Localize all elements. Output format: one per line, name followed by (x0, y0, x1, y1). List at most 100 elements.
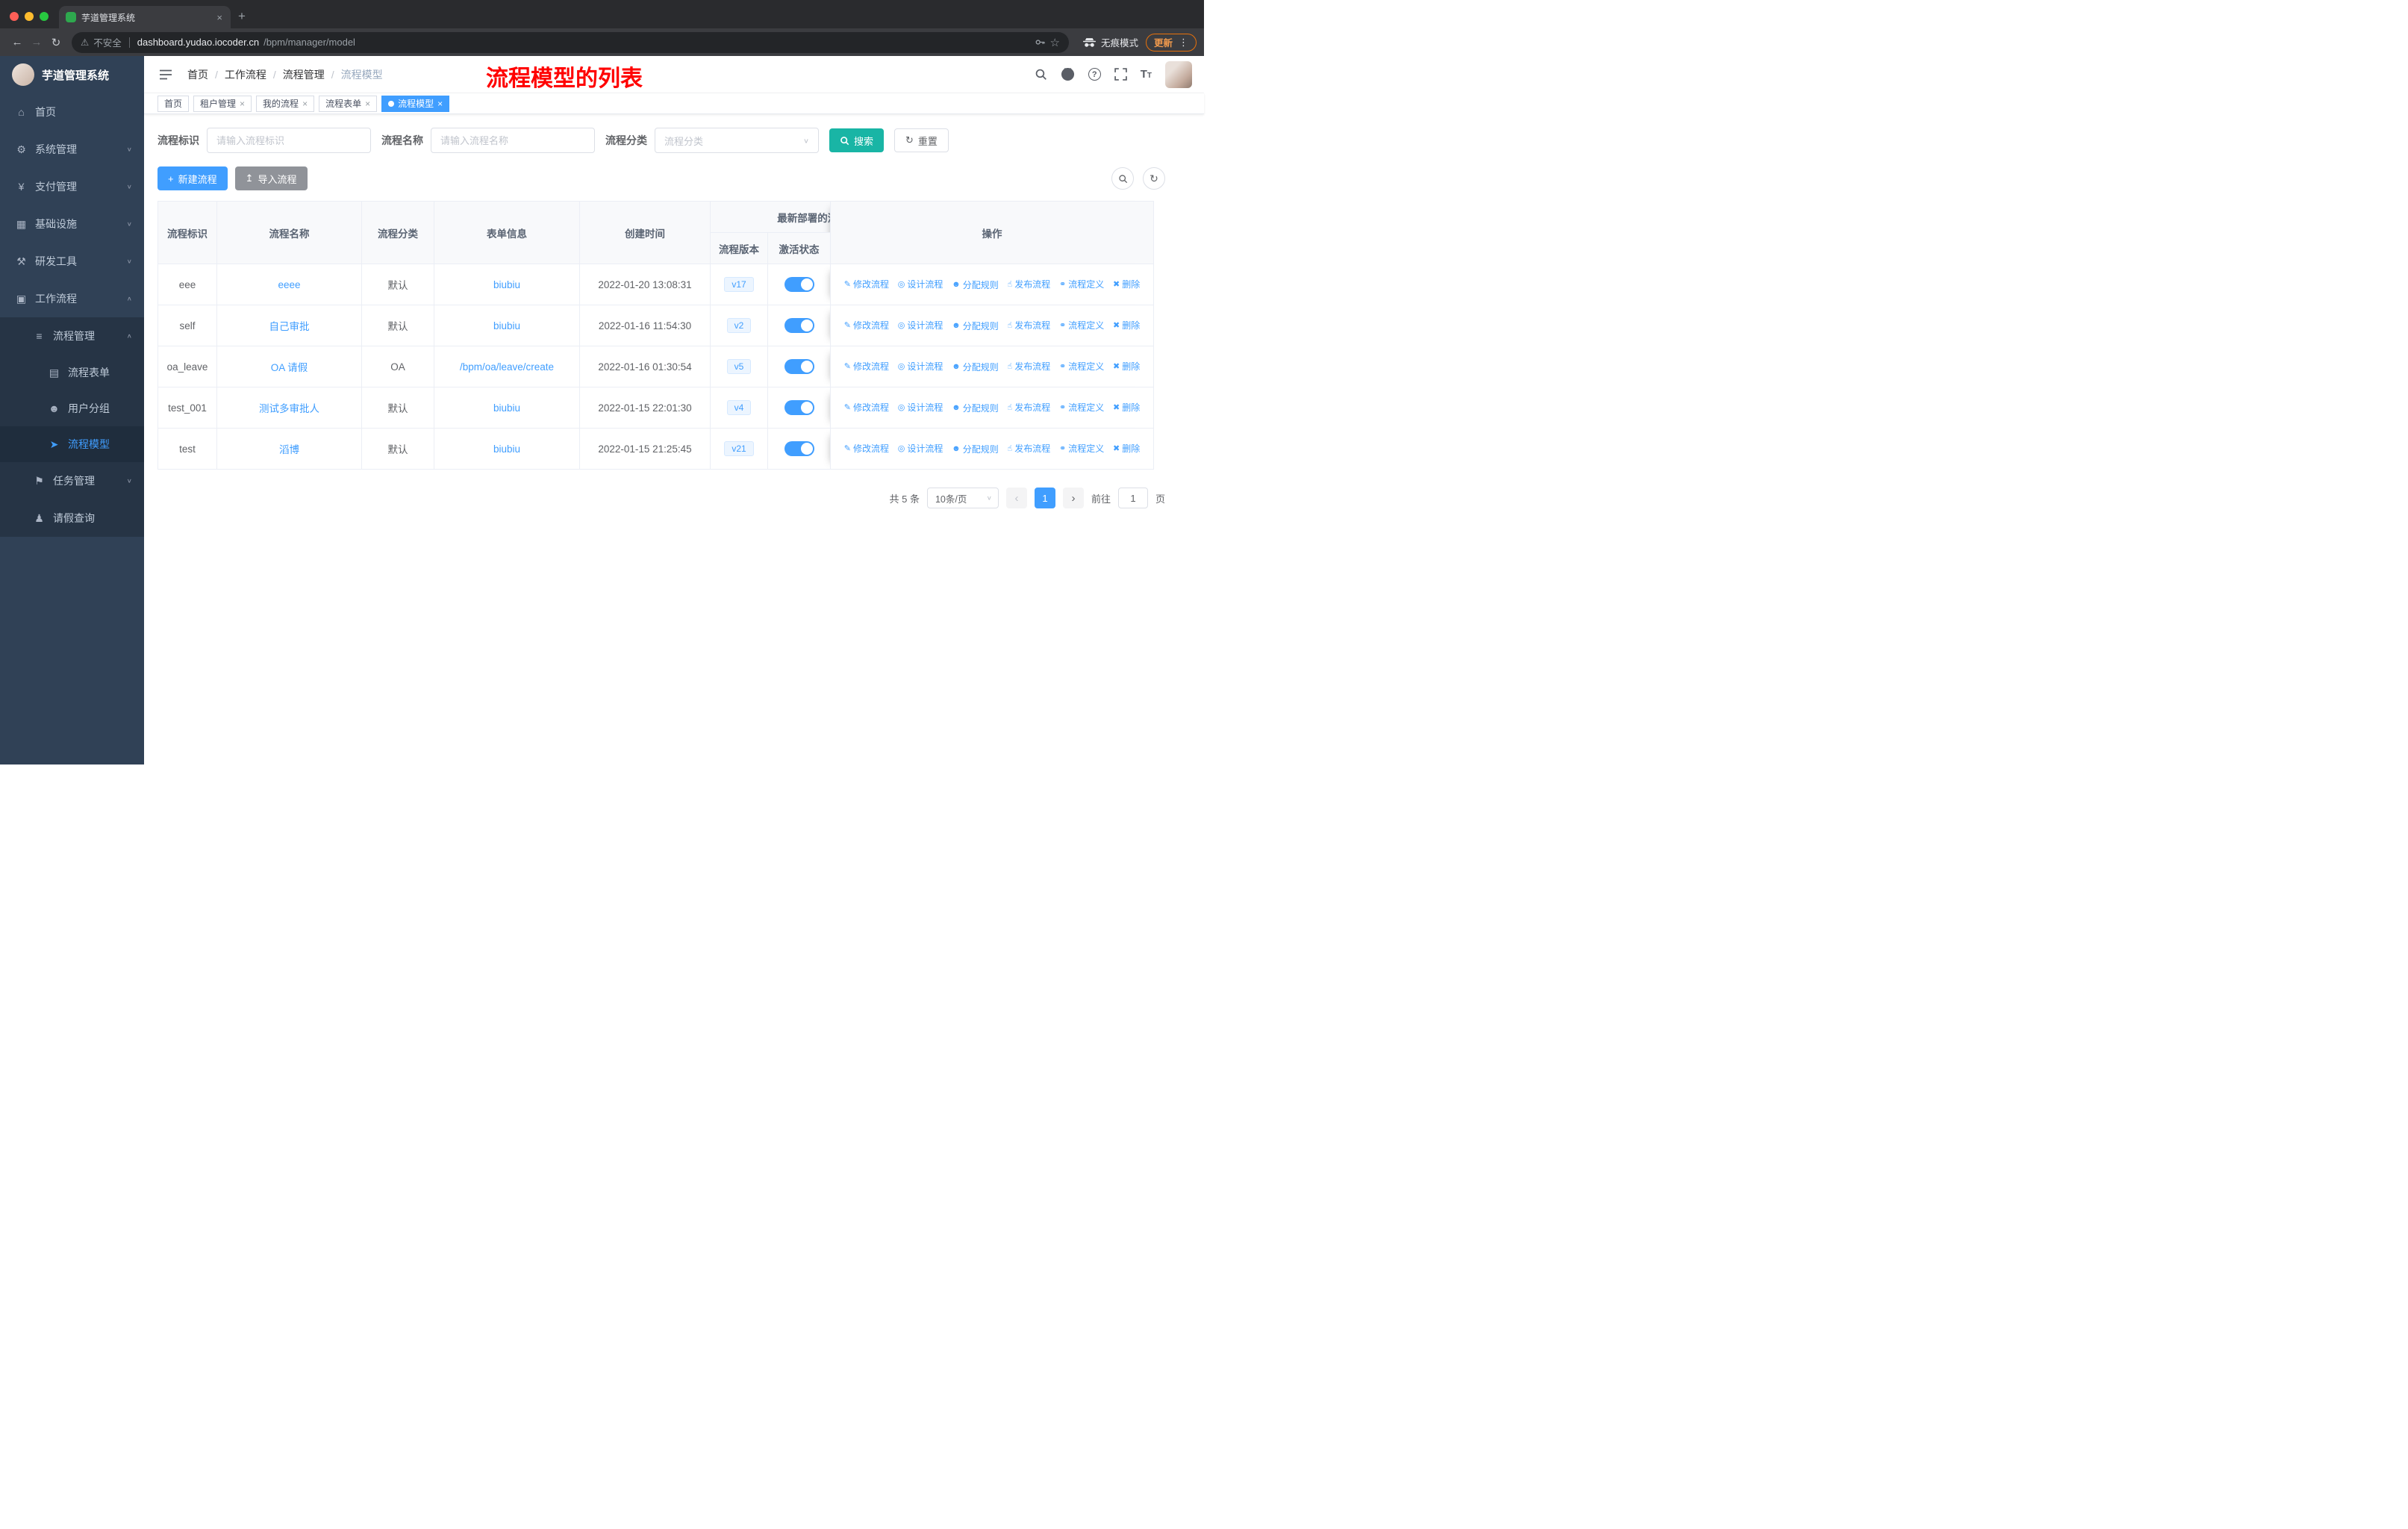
prev-page-button[interactable]: ‹ (1005, 488, 1027, 508)
sidebar-item-process-model[interactable]: ➤ 流程模型 (0, 426, 144, 462)
form-info-link[interactable]: biubiu (493, 279, 520, 290)
refresh-button[interactable]: ↻ (1143, 167, 1165, 190)
browser-tab[interactable]: 芋道管理系统 × (59, 6, 231, 28)
tag-home[interactable]: 首页 (157, 95, 190, 112)
page-size-select[interactable]: 10条/页 ∨ (926, 488, 999, 508)
edit-process-link[interactable]: ✎ 修改流程 (844, 278, 889, 290)
design-process-link[interactable]: ◎ 设计流程 (898, 401, 943, 414)
version-badge[interactable]: v21 (724, 441, 754, 456)
create-process-button[interactable]: + 新建流程 (157, 166, 228, 190)
assign-rule-link[interactable]: ☻ 分配规则 (952, 320, 999, 332)
delete-link[interactable]: ✖ 删除 (1113, 278, 1140, 290)
browser-menu-icon[interactable]: ⋮ (1179, 37, 1188, 49)
security-label[interactable]: 不安全 (93, 35, 122, 49)
tag-my-process[interactable]: 我的流程 × (256, 95, 315, 112)
active-status-toggle[interactable] (784, 441, 814, 456)
sidebar-item-infrastructure[interactable]: ▦ 基础设施 ∨ (0, 205, 144, 243)
sidebar-item-devtools[interactable]: ⚒ 研发工具 ∨ (0, 243, 144, 280)
sidebar-item-workflow[interactable]: ▣ 工作流程 ∧ (0, 280, 144, 317)
sidebar-item-user-group[interactable]: ☻ 用户分组 (0, 390, 144, 426)
publish-process-link[interactable]: ☝ 发布流程 (1008, 319, 1051, 331)
github-icon[interactable] (1061, 67, 1075, 81)
design-process-link[interactable]: ◎ 设计流程 (898, 278, 943, 290)
tag-process-model-active[interactable]: 流程模型 × (381, 95, 450, 112)
goto-page-input[interactable] (1117, 488, 1148, 508)
version-badge[interactable]: v2 (726, 318, 752, 333)
help-icon[interactable]: ? (1088, 68, 1101, 81)
form-info-link[interactable]: biubiu (493, 443, 520, 455)
design-process-link[interactable]: ◎ 设计流程 (898, 319, 943, 331)
search-button[interactable]: 搜索 (829, 128, 885, 152)
sidebar-item-system[interactable]: ⚙ 系统管理 ∨ (0, 131, 144, 168)
reload-icon[interactable]: ↻ (46, 33, 66, 52)
zoom-window-button[interactable] (40, 12, 49, 21)
publish-process-link[interactable]: ☝ 发布流程 (1008, 278, 1051, 290)
form-info-link[interactable]: biubiu (493, 320, 520, 331)
form-info-link[interactable]: /bpm/oa/leave/create (460, 361, 554, 373)
assign-rule-link[interactable]: ☻ 分配规则 (952, 402, 999, 414)
forward-icon[interactable]: → (27, 33, 46, 52)
close-icon[interactable]: × (240, 99, 245, 109)
delete-link[interactable]: ✖ 删除 (1113, 442, 1140, 455)
close-icon[interactable]: × (437, 99, 443, 109)
sidebar-item-process-form[interactable]: ▤ 流程表单 (0, 355, 144, 390)
publish-process-link[interactable]: ☝ 发布流程 (1008, 401, 1051, 414)
hamburger-icon[interactable] (156, 69, 175, 80)
process-name-link[interactable]: OA 请假 (271, 362, 308, 373)
close-window-button[interactable] (10, 12, 19, 21)
version-badge[interactable]: v17 (724, 277, 754, 292)
bookmark-star-icon[interactable]: ☆ (1050, 36, 1060, 49)
toggle-search-button[interactable] (1111, 167, 1134, 190)
version-badge[interactable]: v5 (726, 359, 752, 374)
breadcrumb-item[interactable]: 流程管理 (283, 67, 325, 82)
sidebar-item-home[interactable]: ⌂ 首页 (0, 93, 144, 131)
assign-rule-link[interactable]: ☻ 分配规则 (952, 278, 999, 291)
process-definition-link[interactable]: ⚭ 流程定义 (1059, 442, 1104, 455)
back-icon[interactable]: ← (7, 33, 27, 52)
minimize-window-button[interactable] (25, 12, 34, 21)
edit-process-link[interactable]: ✎ 修改流程 (844, 360, 889, 373)
tag-process-form[interactable]: 流程表单 × (319, 95, 378, 112)
new-tab-button[interactable]: + (231, 9, 255, 28)
publish-process-link[interactable]: ☝ 发布流程 (1008, 360, 1051, 373)
active-status-toggle[interactable] (784, 359, 814, 374)
publish-process-link[interactable]: ☝ 发布流程 (1008, 442, 1051, 455)
breadcrumb-item[interactable]: 工作流程 (225, 67, 266, 82)
design-process-link[interactable]: ◎ 设计流程 (898, 442, 943, 455)
process-name-link[interactable]: 测试多审批人 (259, 403, 319, 414)
edit-process-link[interactable]: ✎ 修改流程 (844, 401, 889, 414)
form-info-link[interactable]: biubiu (493, 402, 520, 414)
process-name-link[interactable]: 滔博 (279, 444, 299, 455)
fullscreen-icon[interactable] (1114, 68, 1127, 81)
search-icon[interactable] (1035, 68, 1047, 81)
update-chip[interactable]: 更新 ⋮ (1145, 33, 1197, 52)
process-key-input[interactable] (207, 128, 371, 153)
process-definition-link[interactable]: ⚭ 流程定义 (1059, 401, 1104, 414)
process-definition-link[interactable]: ⚭ 流程定义 (1059, 360, 1104, 373)
key-icon[interactable] (1035, 37, 1046, 48)
user-avatar[interactable] (1165, 60, 1192, 88)
active-status-toggle[interactable] (784, 277, 814, 292)
category-select[interactable]: 流程分类 ∨ (655, 128, 819, 153)
process-name-input[interactable] (431, 128, 595, 153)
process-definition-link[interactable]: ⚭ 流程定义 (1059, 319, 1104, 331)
delete-link[interactable]: ✖ 删除 (1113, 360, 1140, 373)
tab-close-icon[interactable]: × (215, 12, 224, 23)
close-icon[interactable]: × (365, 99, 370, 109)
sidebar-item-task-management[interactable]: ⚑ 任务管理 ∨ (0, 462, 144, 499)
delete-link[interactable]: ✖ 删除 (1113, 319, 1140, 331)
design-process-link[interactable]: ◎ 设计流程 (898, 360, 943, 373)
next-page-button[interactable]: › (1062, 488, 1084, 508)
breadcrumb-item[interactable]: 首页 (187, 67, 208, 82)
close-icon[interactable]: × (302, 99, 308, 109)
assign-rule-link[interactable]: ☻ 分配规则 (952, 361, 999, 373)
delete-link[interactable]: ✖ 删除 (1113, 401, 1140, 414)
active-status-toggle[interactable] (784, 318, 814, 333)
tag-tenant[interactable]: 租户管理 × (193, 95, 252, 112)
process-name-link[interactable]: 自己审批 (269, 321, 310, 332)
sidebar-item-process-management[interactable]: ≡ 流程管理 ∧ (0, 317, 144, 355)
import-process-button[interactable]: ↥ 导入流程 (234, 166, 308, 190)
page-number-1[interactable]: 1 (1034, 488, 1055, 508)
sidebar-item-payment[interactable]: ¥ 支付管理 ∨ (0, 168, 144, 205)
font-size-icon[interactable]: TT (1141, 68, 1152, 81)
